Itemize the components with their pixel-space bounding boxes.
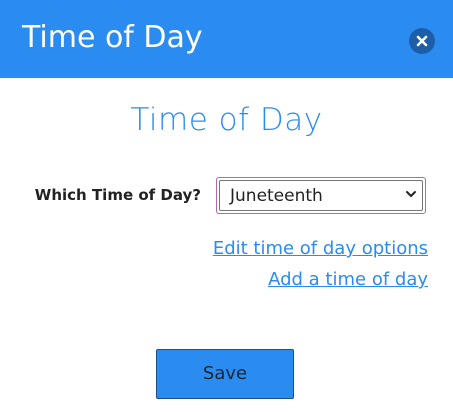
dialog-title: Time of Day bbox=[130, 102, 323, 138]
close-icon bbox=[416, 35, 428, 47]
header-title: Time of Day bbox=[22, 20, 203, 55]
close-button[interactable] bbox=[409, 28, 435, 54]
time-of-day-select[interactable]: Juneteenth bbox=[216, 177, 426, 214]
time-of-day-label: Which Time of Day? bbox=[34, 186, 201, 204]
select-box[interactable]: Juneteenth bbox=[219, 180, 423, 211]
save-button[interactable]: Save bbox=[156, 349, 294, 399]
chevron-down-icon bbox=[406, 191, 416, 197]
header-bar: Time of Day bbox=[0, 0, 453, 78]
edit-time-of-day-options-link[interactable]: Edit time of day options bbox=[213, 237, 428, 261]
add-time-of-day-link[interactable]: Add a time of day bbox=[268, 268, 428, 292]
select-value: Juneteenth bbox=[230, 186, 323, 206]
